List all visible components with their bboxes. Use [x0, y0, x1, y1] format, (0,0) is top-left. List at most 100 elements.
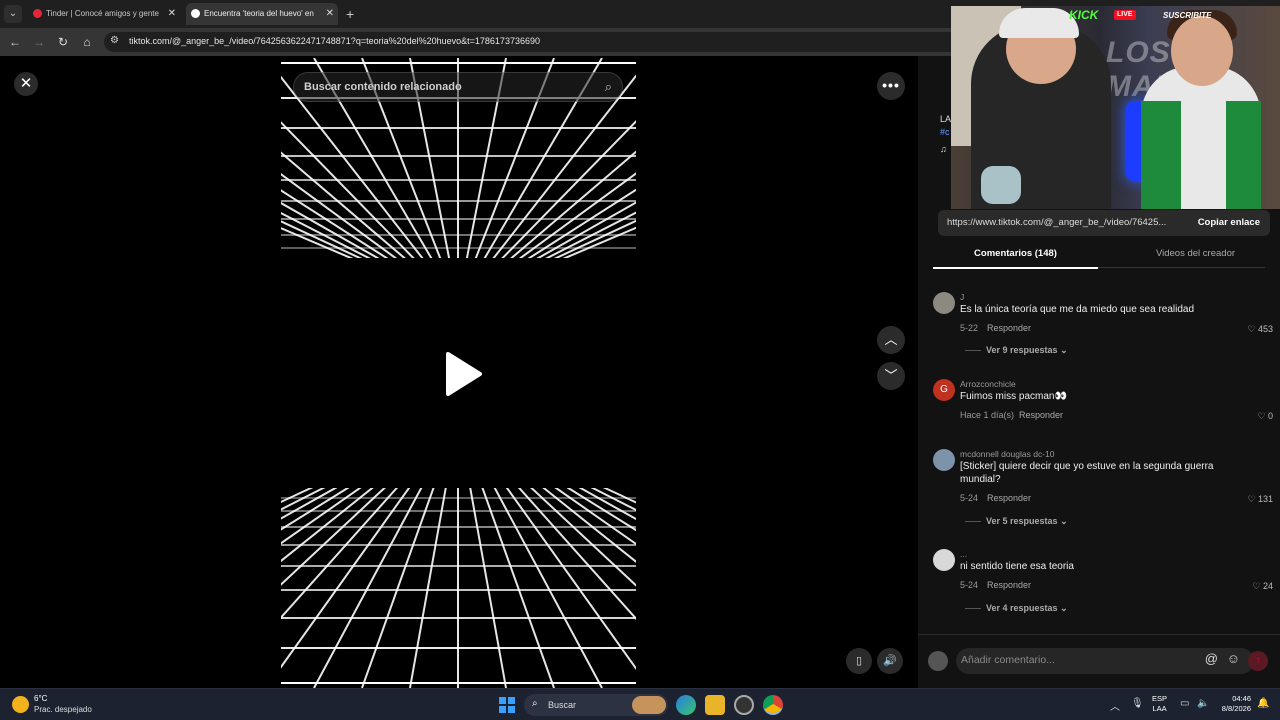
grid-line — [409, 452, 453, 688]
chrome-icon[interactable] — [763, 695, 783, 715]
speaker-icon[interactable]: 🔈 — [1197, 698, 1209, 709]
stream-webcam-overlay: LOS MARIN KICK LIVE SUSCRIBITE — [951, 6, 1280, 209]
windows-taskbar: 6°C Prac. despejado ⌕ Buscar ︿ 🎙 ESP LAA … — [0, 688, 1280, 720]
avatar[interactable]: G — [933, 379, 955, 401]
grid-line — [469, 452, 555, 688]
comment-user[interactable]: J — [960, 292, 964, 302]
tray-chevron-icon[interactable]: ︿ — [1110, 698, 1120, 713]
mention-icon[interactable]: @ — [1205, 651, 1218, 666]
search-icon: ⌕ — [532, 698, 538, 709]
play-icon[interactable] — [444, 352, 482, 396]
emoji-icon[interactable]: ☺ — [1227, 651, 1240, 666]
send-comment-button[interactable]: ↑ — [1248, 651, 1268, 671]
like-button[interactable]: ♡ 24 — [1252, 581, 1273, 592]
comment-user[interactable]: ... — [960, 549, 967, 559]
copy-link-row: https://www.tiktok.com/@_anger_be_/video… — [938, 210, 1270, 236]
like-count: 453 — [1257, 324, 1273, 334]
comment-text: Es la única teoría que me da miedo que s… — [960, 304, 1195, 315]
avatar[interactable] — [933, 292, 955, 314]
comment-composer: Añadir comentario... @ ☺ ↑ — [918, 634, 1280, 688]
comment-user[interactable]: mcdonnell douglas dc-10 — [960, 449, 1055, 459]
grid-line — [517, 452, 636, 521]
search-label: Buscar — [548, 700, 577, 710]
new-tab-button[interactable]: + — [346, 3, 354, 25]
clock[interactable]: 04:46 8/8/2026 — [1215, 694, 1251, 714]
network-icon[interactable]: ▭ — [1180, 698, 1189, 709]
back-icon[interactable]: ← — [6, 33, 24, 51]
comment-date: 5-22 — [960, 323, 979, 333]
more-options-button[interactable]: ••• — [877, 72, 905, 100]
subscribe-label: SUSCRIBITE — [1163, 11, 1212, 20]
close-tab-icon[interactable]: ✕ — [326, 3, 334, 25]
reply-button[interactable]: Responder — [1019, 410, 1063, 420]
site-info-icon[interactable]: ⚙ — [110, 35, 119, 46]
weather-desc[interactable]: Prac. despejado — [34, 705, 92, 714]
microphone-icon[interactable]: 🎙 — [1131, 698, 1144, 709]
file-explorer-icon[interactable] — [705, 695, 725, 715]
tab-search-button[interactable]: ⌄ — [4, 5, 22, 23]
weather-temp[interactable]: 6°C — [34, 694, 47, 703]
white-cap — [999, 8, 1079, 38]
grid-line — [487, 452, 636, 621]
tiktok-favicon-icon — [191, 9, 200, 18]
tab-comments[interactable]: Comentarios (148) — [933, 248, 1098, 269]
like-button[interactable]: ♡ 453 — [1247, 324, 1273, 335]
volume-icon[interactable]: 🔊 — [877, 648, 903, 674]
next-video-button[interactable]: ﹀ — [877, 362, 905, 390]
comment-date: 5-24 — [960, 580, 979, 590]
tinder-favicon-icon — [33, 9, 42, 18]
heart-icon: ♡ — [1247, 324, 1256, 334]
close-tab-icon[interactable]: ✕ — [168, 3, 176, 25]
grid-line — [281, 452, 429, 620]
like-count: 24 — [1262, 581, 1273, 591]
windows-start-icon[interactable] — [499, 697, 515, 713]
grid-line — [281, 452, 423, 586]
floating-player-button[interactable]: ▯ — [846, 648, 872, 674]
like-button[interactable]: ♡ 0 — [1257, 411, 1273, 422]
home-icon[interactable]: ⌂ — [78, 33, 96, 51]
related-search-input[interactable]: Buscar contenido relacionado ⌕ — [293, 72, 623, 102]
grid-line — [361, 452, 447, 688]
taskbar-search[interactable]: ⌕ Buscar — [524, 694, 668, 716]
reply-button[interactable]: Responder — [987, 493, 1031, 503]
language-indicator[interactable]: ESP LAA — [1152, 694, 1167, 714]
weather-icon[interactable] — [12, 696, 29, 713]
reply-button[interactable]: Responder — [987, 580, 1031, 590]
close-video-button[interactable]: ✕ — [14, 72, 38, 96]
music-icon: ♫ — [940, 144, 947, 154]
panel-tabs: Comentarios (148) Videos del creador — [933, 244, 1265, 269]
heart-icon: ♡ — [1257, 411, 1266, 421]
grid-line — [481, 452, 636, 671]
copy-link-button[interactable]: Copiar enlace — [1198, 217, 1260, 228]
grid-line — [463, 452, 507, 688]
comment-item: J Es la única teoría que me da miedo que… — [933, 292, 1273, 362]
comment-input[interactable]: Añadir comentario... @ ☺ — [956, 648, 1254, 674]
comment-user[interactable]: Arrozconchicle — [960, 379, 1016, 389]
grid-line — [475, 452, 603, 688]
like-button[interactable]: ♡ 131 — [1247, 494, 1273, 505]
edge-icon[interactable] — [676, 695, 696, 715]
notifications-icon[interactable]: 🔔 — [1257, 698, 1269, 709]
avatar[interactable] — [933, 449, 955, 471]
forward-icon[interactable]: → — [30, 33, 48, 51]
heart-icon: ♡ — [1252, 581, 1261, 591]
tab-tiktok[interactable]: Encuentra 'teoria del huevo' en ✕ — [186, 3, 338, 25]
view-replies-button[interactable]: Ver 9 respuestas ⌄ — [965, 345, 1068, 356]
search-icon[interactable]: ⌕ — [605, 79, 612, 95]
mate-cup — [981, 166, 1021, 204]
user-avatar — [928, 651, 948, 671]
tab-creator-videos[interactable]: Videos del creador — [1113, 248, 1278, 259]
partial-text: LA — [940, 114, 952, 124]
reply-button[interactable]: Responder — [987, 323, 1031, 333]
live-badge: LIVE — [1114, 10, 1136, 20]
comment-text: [Sticker] quiere decir que yo estuve en … — [960, 461, 1214, 485]
partial-hashtag[interactable]: #c — [940, 127, 950, 137]
avatar[interactable] — [933, 549, 955, 571]
view-replies-button[interactable]: Ver 4 respuestas ⌄ — [965, 603, 1068, 614]
reload-icon[interactable]: ↻ — [54, 33, 72, 51]
app-icon[interactable] — [734, 695, 754, 715]
comment-text: ni sentido tiene esa teoria — [960, 561, 1074, 572]
tab-tinder[interactable]: Tinder | Conocé amigos y gente ✕ — [28, 3, 180, 25]
view-replies-button[interactable]: Ver 5 respuestas ⌄ — [965, 516, 1068, 527]
previous-video-button[interactable]: ︿ — [877, 326, 905, 354]
